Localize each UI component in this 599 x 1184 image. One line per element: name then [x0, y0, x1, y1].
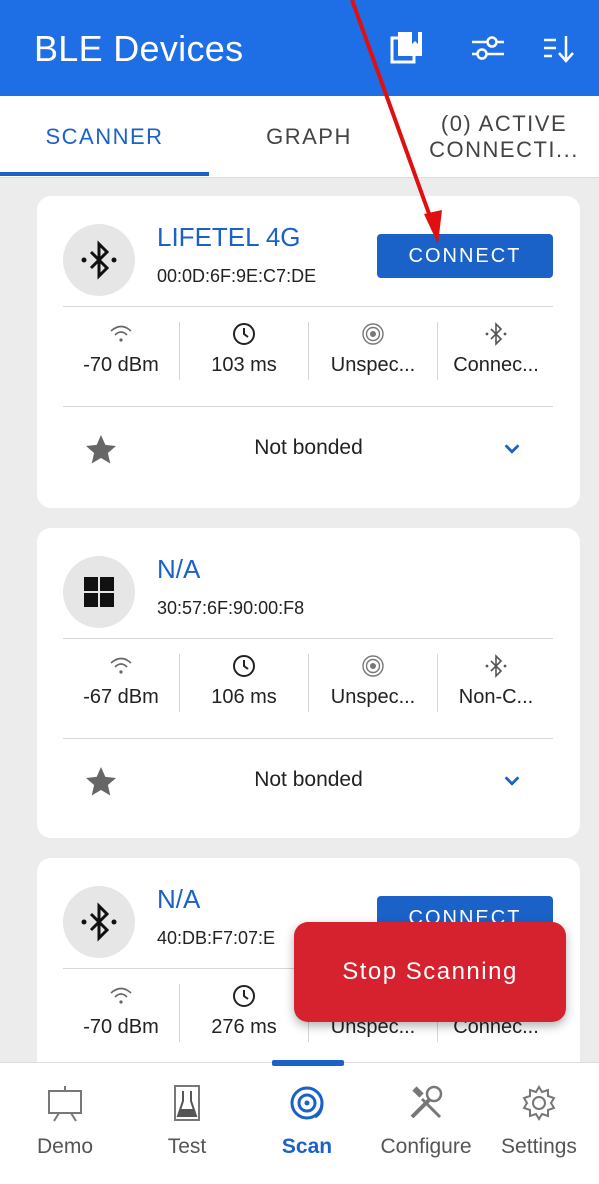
bond-status: Not bonded — [254, 436, 363, 459]
presentation-icon — [48, 1086, 82, 1122]
rssi-stat: -70 dBm — [63, 984, 179, 1054]
beacon-icon — [362, 655, 384, 677]
nav-item-settings[interactable]: Settings — [484, 1083, 594, 1159]
device-address: 40:DB:F7:07:E — [157, 928, 276, 948]
bluetooth-icon — [81, 902, 117, 942]
device-name: N/A — [157, 554, 201, 584]
divider — [63, 738, 553, 739]
beacon-stat: Unspec... — [309, 654, 437, 724]
chevron-down-icon[interactable] — [501, 770, 523, 792]
bookmark-icon[interactable] — [388, 30, 428, 66]
divider — [63, 638, 553, 639]
device-address: 00:0D:6F:9E:C7:DE — [157, 266, 317, 286]
wifi-signal-icon — [110, 987, 132, 1004]
beacon-icon — [362, 323, 384, 345]
rssi-stat: -70 dBm — [63, 322, 179, 392]
tab-scanner[interactable]: SCANNER — [0, 96, 209, 178]
device-avatar — [63, 224, 135, 296]
nav-item-demo[interactable]: Demo — [10, 1083, 120, 1159]
nav-item-test[interactable]: Test — [132, 1083, 242, 1159]
connectable-stat: Non-C... — [438, 654, 554, 724]
wifi-signal-icon — [110, 657, 132, 674]
device-card[interactable]: LIFETEL 4G 00:0D:6F:9E:C7:DE CONNECT -70… — [37, 196, 580, 508]
tab-bar: SCANNER GRAPH (0) ACTIVE CONNECTI... — [0, 96, 599, 178]
chevron-down-icon[interactable] — [501, 438, 523, 460]
tab-indicator — [0, 172, 209, 176]
windows-icon — [84, 577, 114, 607]
wifi-signal-icon — [110, 325, 132, 342]
device-avatar — [63, 886, 135, 958]
sort-icon[interactable] — [540, 30, 580, 66]
interval-stat: 276 ms — [180, 984, 308, 1054]
interval-stat: 103 ms — [180, 322, 308, 392]
tab-graph[interactable]: GRAPH — [209, 96, 409, 178]
filter-sliders-icon[interactable] — [468, 30, 508, 66]
connect-button[interactable]: CONNECT — [377, 234, 553, 278]
device-address: 30:57:6F:90:00:F8 — [157, 598, 305, 618]
rssi-stat: -67 dBm — [63, 654, 179, 724]
beacon-stat: Unspec... — [309, 322, 437, 392]
page-title: BLE Devices — [34, 28, 244, 69]
bluetooth-icon — [485, 654, 507, 678]
connectable-stat: Connec... — [438, 322, 554, 392]
stop-scanning-button[interactable]: Stop Scanning — [294, 922, 566, 1022]
divider — [63, 406, 553, 407]
gear-icon — [522, 1085, 556, 1121]
app-bar: BLE Devices — [0, 0, 599, 96]
scan-target-icon — [290, 1086, 324, 1120]
clock-icon — [233, 985, 255, 1007]
device-card[interactable]: N/A 30:57:6F:90:00:F8 -67 dBm 106 ms Uns… — [37, 528, 580, 838]
clock-icon — [233, 323, 255, 345]
nav-item-configure[interactable]: Configure — [371, 1083, 481, 1159]
tab-active-connections[interactable]: (0) ACTIVE CONNECTI... — [409, 96, 599, 178]
device-name: N/A — [157, 884, 201, 914]
bottom-nav: Demo Test Scan Configure Settings — [0, 1062, 599, 1184]
clock-icon — [233, 655, 255, 677]
interval-stat: 106 ms — [180, 654, 308, 724]
bluetooth-icon — [81, 240, 117, 280]
tools-icon — [410, 1085, 443, 1119]
nav-item-scan[interactable]: Scan — [252, 1083, 362, 1159]
device-name: LIFETEL 4G — [157, 222, 301, 252]
nav-indicator — [272, 1060, 344, 1066]
device-avatar — [63, 556, 135, 628]
bond-status: Not bonded — [254, 768, 363, 791]
flask-icon — [174, 1085, 200, 1121]
bluetooth-icon — [485, 322, 507, 346]
divider — [63, 306, 553, 307]
